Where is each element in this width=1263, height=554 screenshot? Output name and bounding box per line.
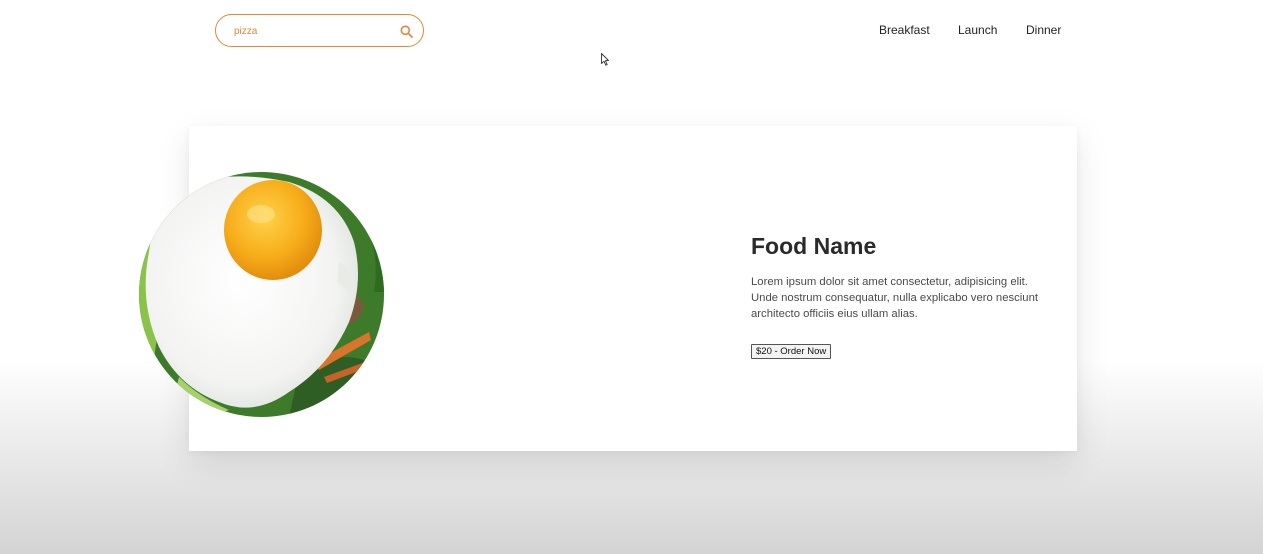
nav-item-dinner[interactable]: Dinner [1026,23,1061,39]
order-now-button[interactable]: $20 - Order Now [751,344,832,359]
search-input[interactable] [234,23,384,39]
search-icon[interactable] [400,25,413,38]
nav-item-breakfast[interactable]: Breakfast [879,23,930,39]
search-bar[interactable] [215,14,424,47]
food-description: Lorem ipsum dolor sit amet consectetur, … [751,276,1038,320]
mouse-cursor-icon [601,53,609,66]
food-name-title: Food Name [751,233,877,259]
nav-item-launch[interactable]: Launch [958,23,997,39]
fried-egg-food-image [139,172,384,417]
